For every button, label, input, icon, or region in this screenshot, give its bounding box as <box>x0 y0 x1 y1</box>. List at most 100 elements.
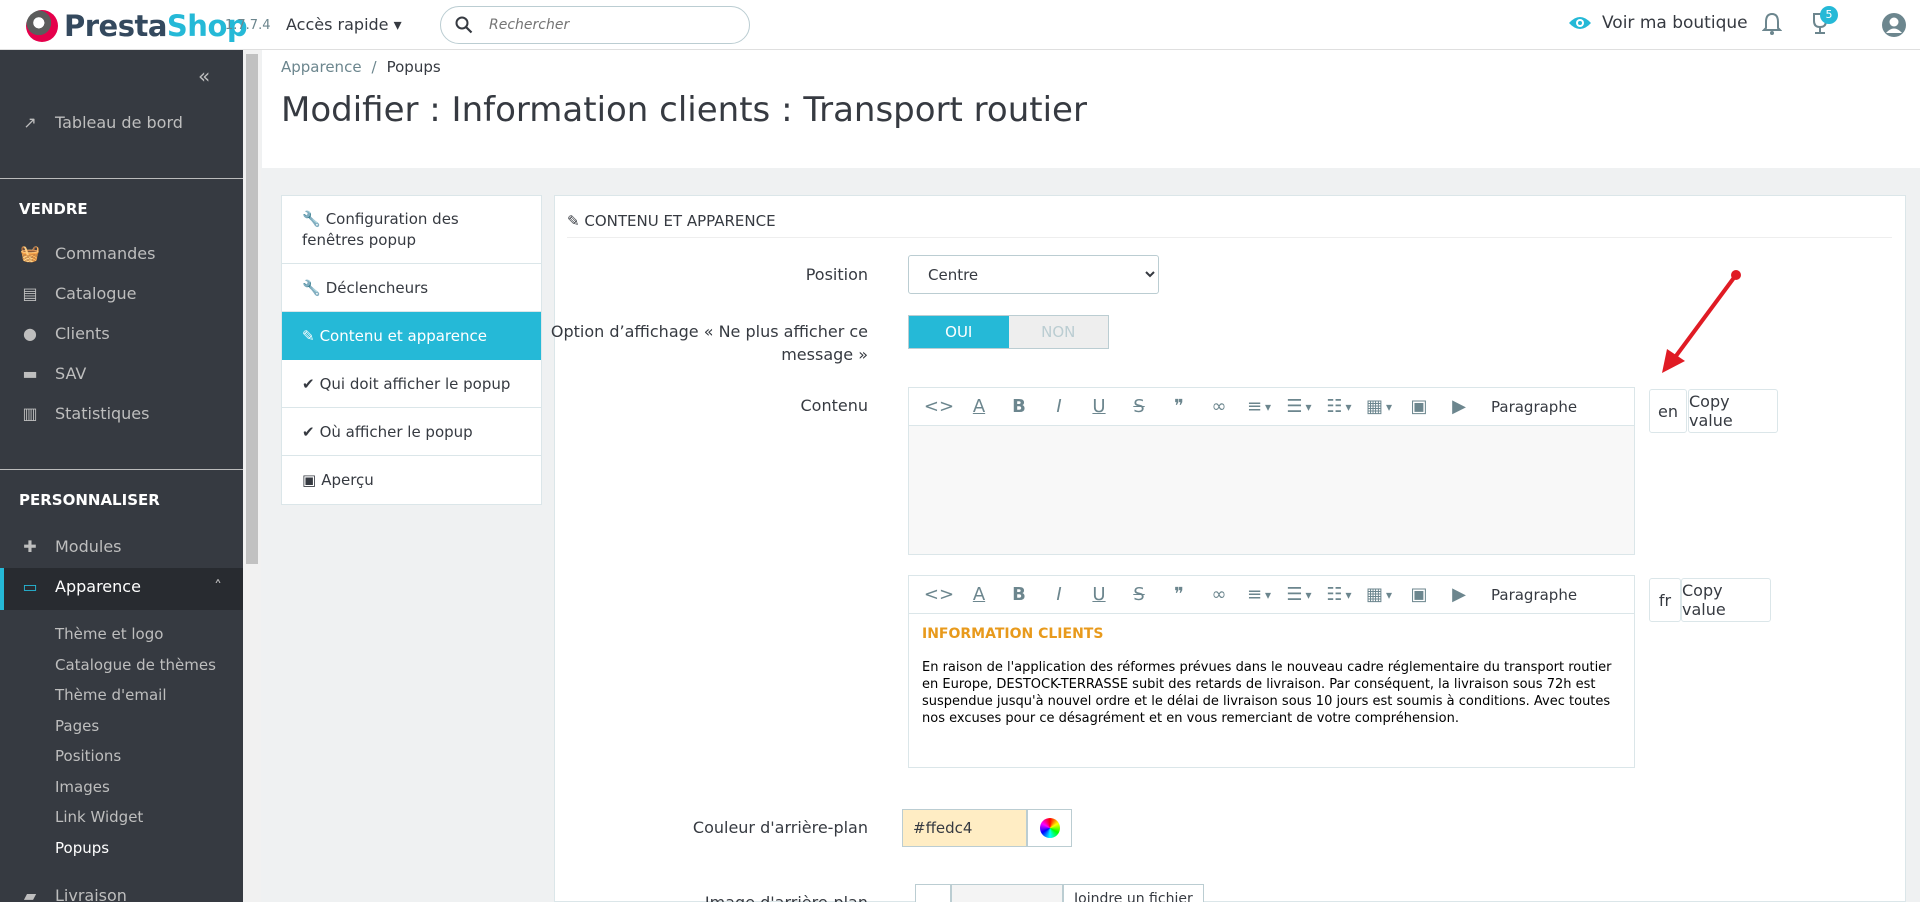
sidebar: « ↗ Tableau de bord VENDRE 🧺 Commandes ▤ Ca… <box>0 50 243 902</box>
section-customize: PERSONNALISER <box>19 491 160 509</box>
image-icon[interactable]: ▣ <box>1399 388 1439 426</box>
position-select[interactable]: Centre <box>908 255 1159 294</box>
bell-icon[interactable] <box>1762 12 1782 36</box>
sidebar-item-stats[interactable]: ▥ Statistiques <box>18 404 149 423</box>
section-sell: VENDRE <box>19 200 88 218</box>
sidebar-item-shipping[interactable]: ▰ Livraison <box>18 886 127 902</box>
code-icon[interactable]: <> <box>919 388 959 426</box>
sidebar-sub-email-theme[interactable]: Thème d'email <box>55 686 167 704</box>
tab-who-displays[interactable]: ✔ Qui doit afficher le popup <box>282 360 541 408</box>
tab-where-displays[interactable]: ✔ Où afficher le popup <box>282 408 541 456</box>
top-header: PrestaShop 1.7.7.4 Accès rapide ▾ Voir m… <box>0 0 1920 50</box>
toggle-yes[interactable]: OUI <box>909 316 1009 348</box>
strikethrough-icon[interactable]: S <box>1119 388 1159 426</box>
underline-icon[interactable]: U <box>1079 388 1119 426</box>
quote-icon[interactable]: ❞ <box>1159 388 1199 426</box>
scrollbar-thumb[interactable] <box>246 54 258 564</box>
bullet-list-icon[interactable]: ☰ <box>1279 388 1319 426</box>
underline-icon[interactable]: U <box>1079 576 1119 614</box>
lang-fr-button[interactable]: fr <box>1649 578 1681 622</box>
content-text: En raison de l'application des réformes … <box>922 660 1612 726</box>
lang-en-button[interactable]: en <box>1649 389 1687 433</box>
sidebar-sub-images[interactable]: Images <box>55 778 110 796</box>
tab-content-appearance[interactable]: ✎ Contenu et apparence <box>282 312 541 360</box>
attach-file-button[interactable]: Joindre un fichier <box>1063 884 1204 902</box>
sidebar-scrollbar[interactable] <box>243 50 261 902</box>
breadcrumb: Apparence / Popups <box>281 58 441 76</box>
text-color-icon[interactable]: A <box>959 388 999 426</box>
search-box[interactable] <box>440 6 750 44</box>
eye-icon <box>1569 17 1591 29</box>
breadcrumb-parent[interactable]: Apparence <box>281 58 362 76</box>
sidebar-item-modules[interactable]: ✚ Modules <box>18 537 121 556</box>
code-icon[interactable]: <> <box>919 576 959 614</box>
sidebar-item-appearance[interactable]: ▭ Apparence ˄ <box>18 577 222 596</box>
media-icon[interactable]: ▶ <box>1439 388 1479 426</box>
sidebar-sub-popups[interactable]: Popups <box>55 839 109 857</box>
basket-icon: 🧺 <box>20 244 40 263</box>
copy-value-button-en[interactable]: Copy value <box>1688 389 1778 433</box>
search-icon <box>455 16 473 34</box>
strikethrough-icon[interactable]: S <box>1119 576 1159 614</box>
annotation-arrow-icon <box>1662 270 1741 373</box>
breadcrumb-current: Popups <box>386 58 441 76</box>
tab-preview[interactable]: ▣ Aperçu <box>282 456 541 504</box>
file-upload-row[interactable]: Joindre un fichier <box>915 884 1204 902</box>
chat-icon: ▬ <box>22 364 38 383</box>
content-editor-fr[interactable]: <> A B I U S ❞ ∞ ≡ ☰ ☷ ▦ ▣ ▶ Paragraphe … <box>908 575 1635 768</box>
puzzle-icon: ✚ <box>23 537 37 556</box>
collapse-sidebar-icon[interactable]: « <box>198 64 210 88</box>
version-label: 1.7.7.4 <box>225 18 271 33</box>
sidebar-item-customers[interactable]: ● Clients <box>18 324 110 343</box>
sidebar-item-orders[interactable]: 🧺 Commandes <box>18 244 155 263</box>
editor-body-en[interactable] <box>909 426 1634 554</box>
prestashop-logo[interactable]: PrestaShop <box>26 9 248 43</box>
content-title: INFORMATION CLIENTS <box>922 626 1104 642</box>
sidebar-sub-theme-logo[interactable]: Thème et logo <box>55 625 163 643</box>
link-icon[interactable]: ∞ <box>1199 388 1239 426</box>
quick-access-menu[interactable]: Accès rapide ▾ <box>286 15 402 34</box>
italic-icon[interactable]: I <box>1039 576 1079 614</box>
caret-down-icon: ▾ <box>393 15 402 34</box>
sidebar-item-catalog[interactable]: ▤ Catalogue <box>18 284 136 303</box>
sidebar-sub-link-widget[interactable]: Link Widget <box>55 808 143 826</box>
numbered-list-icon[interactable]: ☷ <box>1319 576 1359 614</box>
editor-body-fr[interactable]: INFORMATION CLIENTS En raison de l'appli… <box>909 614 1634 767</box>
align-icon[interactable]: ≡ <box>1239 388 1279 426</box>
bullet-list-icon[interactable]: ☰ <box>1279 576 1319 614</box>
tab-triggers[interactable]: 🔧 Déclencheurs <box>282 264 541 312</box>
editor-toolbar: <> A B I U S ❞ ∞ ≡ ☰ ☷ ▦ ▣ ▶ Paragraphe <box>909 388 1634 426</box>
search-input[interactable] <box>489 17 709 33</box>
content-label: Contenu <box>800 396 869 415</box>
color-picker-button[interactable] <box>1027 809 1072 847</box>
dont-show-again-toggle[interactable]: OUI NON <box>908 315 1109 349</box>
quote-icon[interactable]: ❞ <box>1159 576 1199 614</box>
sidebar-item-dashboard[interactable]: ↗ Tableau de bord <box>18 113 183 132</box>
image-icon[interactable]: ▣ <box>1399 576 1439 614</box>
user-icon[interactable] <box>1881 12 1907 38</box>
align-icon[interactable]: ≡ <box>1239 576 1279 614</box>
paragraph-select[interactable]: Paragraphe <box>1491 398 1577 416</box>
popup-tabs: 🔧 Configuration des fenêtres popup 🔧 Décle… <box>281 195 542 505</box>
bg-color-input[interactable]: #ffedc4 <box>902 809 1027 847</box>
numbered-list-icon[interactable]: ☷ <box>1319 388 1359 426</box>
table-icon[interactable]: ▦ <box>1359 576 1399 614</box>
sidebar-sub-positions[interactable]: Positions <box>55 747 121 765</box>
link-icon[interactable]: ∞ <box>1199 576 1239 614</box>
table-icon[interactable]: ▦ <box>1359 388 1399 426</box>
toggle-no[interactable]: NON <box>1008 316 1108 348</box>
copy-value-button-fr[interactable]: Copy value <box>1681 578 1771 622</box>
bold-icon[interactable]: B <box>999 388 1039 426</box>
media-icon[interactable]: ▶ <box>1439 576 1479 614</box>
sidebar-sub-pages[interactable]: Pages <box>55 717 99 735</box>
italic-icon[interactable]: I <box>1039 388 1079 426</box>
view-shop-link[interactable]: Voir ma boutique <box>1568 13 1748 33</box>
bold-icon[interactable]: B <box>999 576 1039 614</box>
text-color-icon[interactable]: A <box>959 576 999 614</box>
sidebar-item-sav[interactable]: ▬ SAV <box>18 364 86 383</box>
sidebar-sub-theme-catalog[interactable]: Catalogue de thèmes <box>55 656 216 674</box>
paragraph-select[interactable]: Paragraphe <box>1491 586 1577 604</box>
file-name-field[interactable] <box>951 884 1063 902</box>
tab-config[interactable]: 🔧 Configuration des fenêtres popup <box>282 196 541 264</box>
content-editor-en[interactable]: <> A B I U S ❞ ∞ ≡ ☰ ☷ ▦ ▣ ▶ Paragraphe <box>908 387 1635 555</box>
